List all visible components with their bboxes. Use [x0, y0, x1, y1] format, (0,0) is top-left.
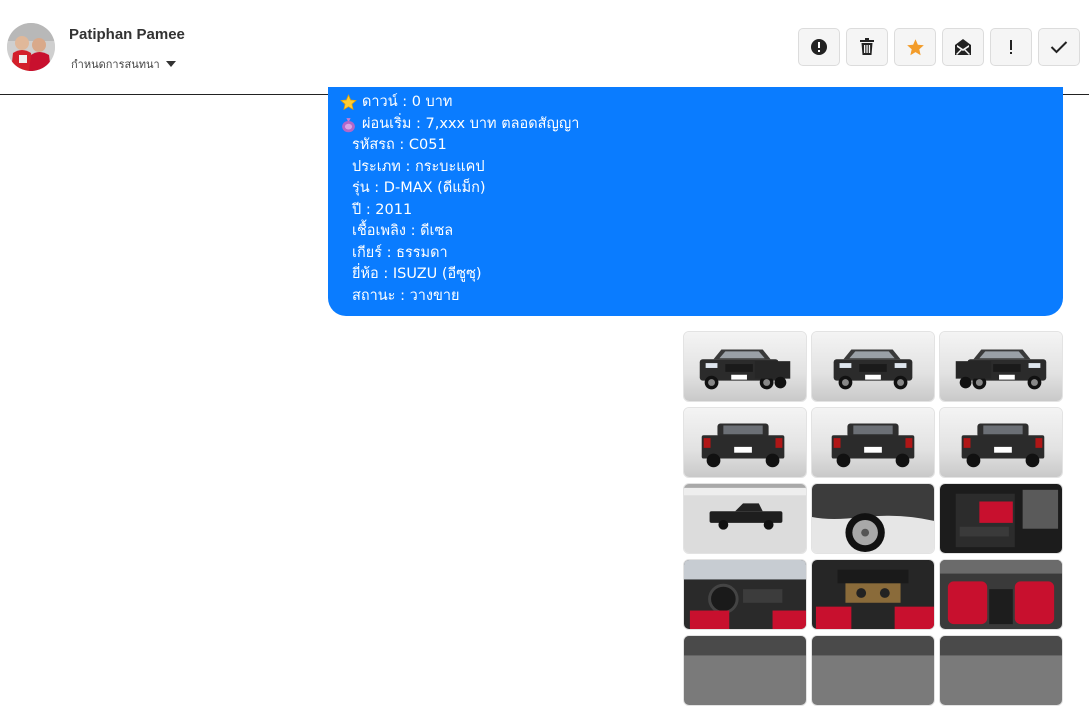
car-photo-seats	[940, 560, 1062, 629]
check-icon	[1050, 41, 1068, 54]
star-emoji-icon	[340, 94, 357, 111]
avatar[interactable]	[7, 23, 55, 71]
exclamation-icon	[1010, 40, 1012, 54]
car-photo-thumbnail[interactable]	[683, 635, 807, 706]
car-photo-thumbnail[interactable]	[939, 331, 1063, 402]
done-button[interactable]	[1038, 28, 1080, 66]
message-text: ผ่อนเริ่ม : 7,xxx บาท ตลอดสัญญา	[362, 115, 580, 132]
message-text: รหัสรถ : C051	[352, 137, 447, 153]
message-text: เกียร์ : ธรรมดา	[352, 244, 448, 261]
car-photo-rear	[812, 408, 934, 477]
message-line: ปี : 2011	[340, 200, 1063, 222]
message-text: รุ่น : D-MAX (ดีแม็ก)	[352, 180, 486, 196]
car-photo-thumbnail[interactable]	[683, 331, 807, 402]
report-button[interactable]	[798, 28, 840, 66]
trash-icon	[860, 38, 874, 55]
car-photo-side	[684, 484, 806, 553]
car-photo-wheel	[812, 484, 934, 553]
car-photo-thumbnail[interactable]	[939, 407, 1063, 478]
car-photo-partial	[812, 636, 934, 705]
message-line: รหัสรถ : C051	[340, 135, 1063, 157]
assign-label: กำหนดการสนทนา	[71, 58, 160, 71]
conversation-header: Patiphan Pamee กำหนดการสนทนา	[0, 0, 1089, 95]
car-photo-thumbnail[interactable]	[811, 331, 935, 402]
car-photo-rear-right	[940, 408, 1062, 477]
alert-circle-icon	[811, 39, 827, 55]
car-photo-thumbnail[interactable]	[939, 559, 1063, 630]
car-photo-thumbnail[interactable]	[683, 407, 807, 478]
avatar-photo	[7, 23, 55, 71]
message-text: สถานะ : วางขาย	[352, 287, 460, 304]
message-bubble: ดาวน์ : 0 บาท ผ่อนเริ่ม : 7,xxx บาท ตลอด…	[328, 87, 1063, 316]
car-photo-thumbnail[interactable]	[811, 407, 935, 478]
car-photo-thumbnail[interactable]	[683, 559, 807, 630]
message-line: เชื้อเพลิง : ดีเซล	[340, 221, 1063, 243]
envelope-open-icon	[955, 39, 971, 55]
star-icon	[906, 38, 924, 55]
star-button[interactable]	[894, 28, 936, 66]
car-photo-thumbnail[interactable]	[939, 483, 1063, 554]
car-photo-front-left	[684, 332, 806, 401]
message-text: ปี : 2011	[352, 201, 413, 218]
car-photo-front-right	[940, 332, 1062, 401]
car-photo-thumbnail[interactable]	[811, 483, 935, 554]
message-line: เกียร์ : ธรรมดา	[340, 243, 1063, 265]
car-photo-front	[812, 332, 934, 401]
car-photo-door-interior	[940, 484, 1062, 553]
car-photo-thumbnail[interactable]	[683, 483, 807, 554]
message-line: ประเภท : กระบะแคป	[340, 157, 1063, 179]
car-photo-partial	[684, 636, 806, 705]
message-text: ดาวน์ : 0 บาท	[362, 94, 453, 110]
mark-unread-button[interactable]	[942, 28, 984, 66]
car-photo-console	[812, 560, 934, 629]
assign-conversation-dropdown[interactable]: กำหนดการสนทนา	[71, 55, 176, 73]
message-line-down-payment: ดาวน์ : 0 บาท	[340, 92, 1063, 114]
important-button[interactable]	[990, 28, 1032, 66]
message-line: ยี่ห้อ : ISUZU (อีซูซุ)	[340, 264, 1063, 286]
car-photo-rear-left	[684, 408, 806, 477]
caret-down-icon	[165, 61, 176, 67]
message-line-installment: ผ่อนเริ่ม : 7,xxx บาท ตลอดสัญญา	[340, 114, 1063, 136]
photo-attachment-grid	[683, 331, 1063, 706]
car-photo-thumbnail[interactable]	[811, 559, 935, 630]
car-photo-partial	[940, 636, 1062, 705]
delete-button[interactable]	[846, 28, 888, 66]
money-bag-emoji-icon	[342, 117, 355, 133]
message-text: เชื้อเพลิง : ดีเซล	[352, 223, 454, 239]
message-line: รุ่น : D-MAX (ดีแม็ก)	[340, 178, 1063, 200]
message-text: ยี่ห้อ : ISUZU (อีซูซุ)	[352, 266, 482, 282]
message-text: ประเภท : กระบะแคป	[352, 158, 485, 175]
car-photo-dashboard	[684, 560, 806, 629]
car-photo-thumbnail[interactable]	[811, 635, 935, 706]
user-name[interactable]: Patiphan Pamee	[69, 26, 185, 43]
message-line: สถานะ : วางขาย	[340, 286, 1063, 308]
car-photo-thumbnail[interactable]	[939, 635, 1063, 706]
toolbar	[798, 28, 1080, 66]
